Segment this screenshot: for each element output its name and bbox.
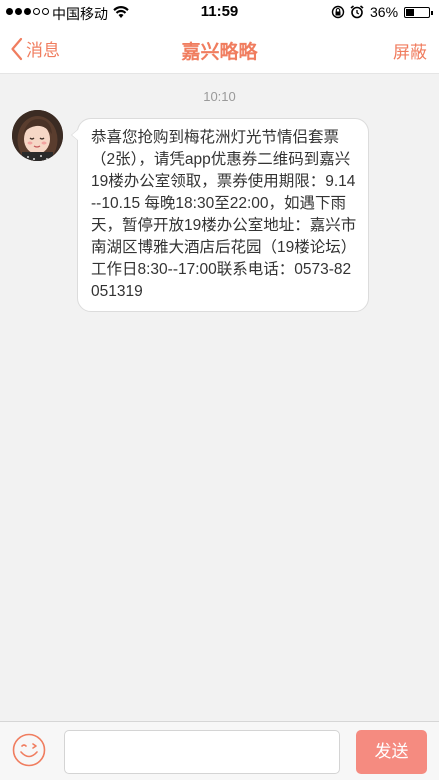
- battery-nub: [431, 11, 433, 15]
- block-button[interactable]: 屏蔽: [393, 38, 427, 63]
- emoji-icon: [12, 733, 46, 767]
- message-input[interactable]: [64, 730, 340, 774]
- nav-bar: 消息 嘉兴略略 屏蔽: [0, 24, 439, 74]
- composer-bar: 发送: [0, 721, 439, 780]
- page-title: 嘉兴略略: [181, 42, 258, 63]
- emoji-button[interactable]: [12, 733, 46, 767]
- battery-icon: [404, 7, 433, 18]
- avatar-image: [12, 110, 63, 161]
- alarm-icon: [350, 5, 364, 19]
- status-bar: 中国移动 11:59 36%: [0, 0, 439, 24]
- rotation-lock-icon: [331, 5, 345, 19]
- message-timestamp: 10:10: [203, 89, 236, 104]
- message-bubble[interactable]: 恭喜您抢购到梅花洲灯光节情侣套票（2张），请凭app优惠券二维码到嘉兴19楼办公…: [71, 118, 369, 312]
- battery-fill: [406, 9, 414, 16]
- battery-percent: 36%: [370, 4, 399, 20]
- send-button[interactable]: 发送: [356, 730, 427, 774]
- avatar[interactable]: [12, 110, 63, 161]
